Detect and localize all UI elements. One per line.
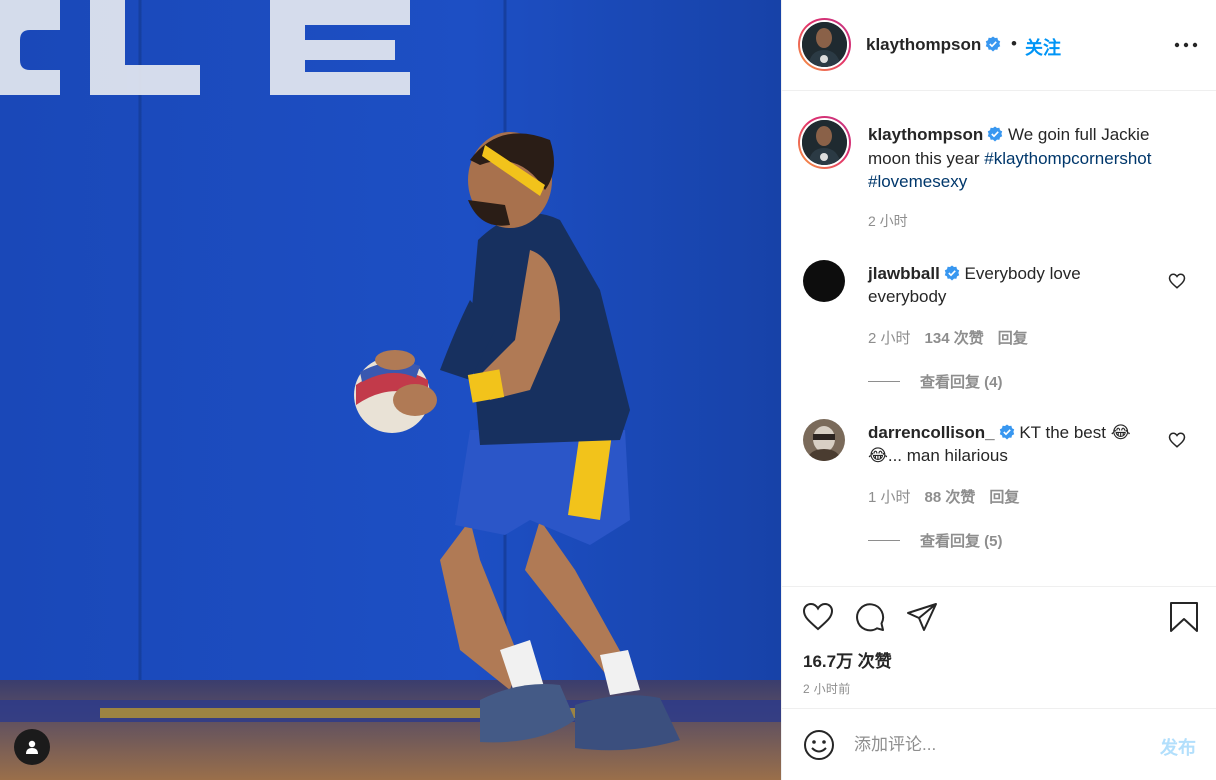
tagged-user-button[interactable] <box>14 729 50 765</box>
comment-likes[interactable]: 134 次赞 <box>925 327 984 348</box>
post-details-panel: klaythompson • 关注 klaythompson We goin f… <box>781 0 1216 780</box>
comment-meta: 2 小时 134 次赞 回复 <box>868 327 1028 348</box>
author-avatar[interactable] <box>798 18 851 71</box>
caption-time: 2 小时 <box>868 213 908 229</box>
avatar-image <box>802 22 847 67</box>
verified-badge-icon <box>986 36 1001 52</box>
verified-badge-icon <box>944 265 959 281</box>
view-replies-button[interactable]: 查看回复 (4) <box>868 371 1003 392</box>
divider-line <box>868 381 900 382</box>
hashtag-link[interactable]: #lovemesexy <box>868 172 967 191</box>
comment-likes[interactable]: 88 次赞 <box>925 486 976 507</box>
share-send-icon[interactable] <box>906 601 938 633</box>
heart-icon[interactable] <box>1168 431 1186 449</box>
reply-button[interactable]: 回复 <box>989 486 1019 507</box>
verified-badge-icon <box>988 126 1003 142</box>
view-replies-label: 查看回复 (4) <box>920 374 1003 391</box>
comment-item: jlawbball Everybody love everybody 2 小时 … <box>782 252 1216 411</box>
post-comment-button[interactable]: 发布 <box>1160 734 1196 760</box>
commenter-username[interactable]: darrencollison_ <box>868 423 995 442</box>
comment-meta: 1 小时 88 次赞 回复 <box>868 486 1019 507</box>
user-icon <box>26 740 38 754</box>
comment-text: darrencollison_ KT the best 😂😂... man hi… <box>868 421 1158 467</box>
avatar-image <box>803 419 845 461</box>
hashtag-link[interactable]: #klaythompcornershot <box>984 149 1151 168</box>
post-timestamp: 2 小时前 <box>803 682 851 696</box>
more-horizontal-icon[interactable] <box>1174 42 1198 48</box>
divider-line <box>868 540 900 541</box>
comment-input[interactable] <box>854 731 1144 759</box>
like-heart-icon[interactable] <box>802 601 834 633</box>
separator-dot: • <box>1011 34 1017 53</box>
commenter-username[interactable]: jlawbball <box>868 264 940 283</box>
heart-icon[interactable] <box>1168 272 1186 290</box>
post-actions: 16.7万 次赞 2 小时前 <box>782 586 1216 708</box>
commenter-avatar[interactable] <box>803 260 845 302</box>
comment-time: 2 小时 <box>868 330 911 347</box>
like-count[interactable]: 16.7万 次赞 <box>803 647 892 672</box>
reply-button[interactable]: 回复 <box>998 327 1028 348</box>
verified-badge-icon <box>999 424 1014 440</box>
view-replies-label: 查看回复 (5) <box>920 533 1003 550</box>
author-username[interactable]: klaythompson <box>866 35 1001 55</box>
post-photo[interactable] <box>0 0 781 780</box>
comments-list[interactable]: klaythompson We goin full Jackie moon th… <box>782 92 1216 586</box>
emoji-icon[interactable] <box>803 729 835 761</box>
view-replies-button[interactable]: 查看回复 (5) <box>868 530 1003 551</box>
save-bookmark-icon[interactable] <box>1168 601 1200 633</box>
post-header: klaythompson • 关注 <box>782 0 1216 91</box>
avatar-image <box>802 120 847 165</box>
caption-text: klaythompson We goin full Jackie moon th… <box>868 123 1188 194</box>
add-comment-bar: 发布 <box>782 708 1216 780</box>
caption-author-avatar[interactable] <box>798 116 851 169</box>
follow-button[interactable]: 关注 <box>1025 34 1061 60</box>
comment-time: 1 小时 <box>868 489 911 506</box>
comment-item: darrencollison_ KT the best 😂😂... man hi… <box>782 411 1216 570</box>
comment-bubble-icon[interactable] <box>854 601 886 633</box>
caption-username[interactable]: klaythompson <box>868 125 983 144</box>
comment-text: jlawbball Everybody love everybody <box>868 262 1158 308</box>
basketball-player-photo <box>0 0 781 780</box>
commenter-avatar[interactable] <box>803 419 845 461</box>
